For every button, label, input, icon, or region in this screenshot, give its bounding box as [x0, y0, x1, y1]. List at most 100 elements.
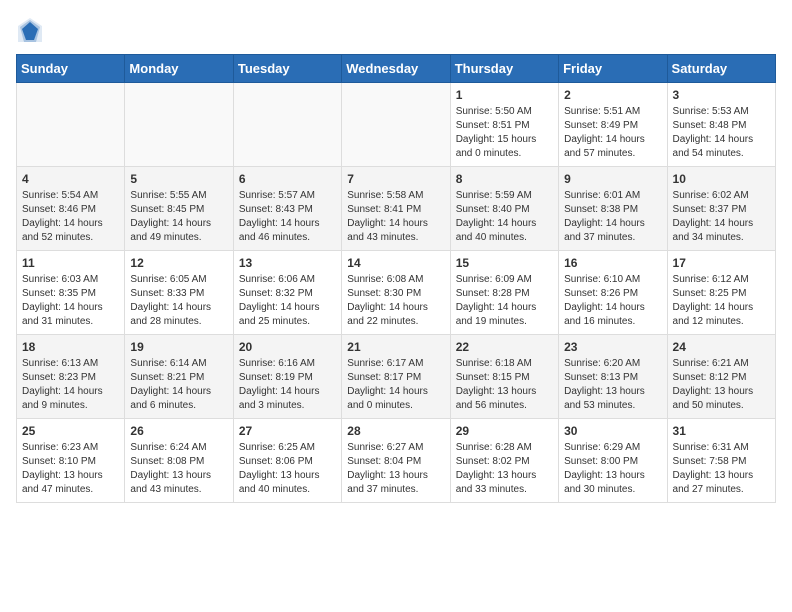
day-number: 26: [130, 424, 227, 438]
day-info: Sunrise: 6:20 AM Sunset: 8:13 PM Dayligh…: [564, 357, 661, 413]
calendar-cell: [125, 83, 233, 167]
page-header: [16, 16, 776, 44]
calendar-cell: 28 Sunrise: 6:27 AM Sunset: 8:04 PM Dayli…: [342, 419, 450, 503]
calendar-cell: 6 Sunrise: 5:57 AM Sunset: 8:43 PM Daylig…: [233, 167, 341, 251]
calendar-cell: 27 Sunrise: 6:25 AM Sunset: 8:06 PM Dayli…: [233, 419, 341, 503]
day-info: Sunrise: 6:08 AM Sunset: 8:30 PM Dayligh…: [347, 273, 444, 329]
calendar-table: SundayMondayTuesdayWednesdayThursdayFrid…: [16, 54, 776, 503]
calendar-cell: 2 Sunrise: 5:51 AM Sunset: 8:49 PM Daylig…: [559, 83, 667, 167]
day-number: 4: [22, 172, 119, 186]
day-number: 23: [564, 340, 661, 354]
calendar-cell: 4 Sunrise: 5:54 AM Sunset: 8:46 PM Daylig…: [17, 167, 125, 251]
day-number: 17: [673, 256, 770, 270]
calendar-cell: 12 Sunrise: 6:05 AM Sunset: 8:33 PM Dayli…: [125, 251, 233, 335]
day-info: Sunrise: 5:57 AM Sunset: 8:43 PM Dayligh…: [239, 189, 336, 245]
day-info: Sunrise: 6:06 AM Sunset: 8:32 PM Dayligh…: [239, 273, 336, 329]
day-info: Sunrise: 5:51 AM Sunset: 8:49 PM Dayligh…: [564, 105, 661, 161]
calendar-cell: 25Sunrise: 6:23 AM Sunset: 8:10 PM Dayli…: [17, 419, 125, 503]
day-info: Sunrise: 5:53 AM Sunset: 8:48 PM Dayligh…: [673, 105, 770, 161]
calendar-cell: 5Sunrise: 5:55 AM Sunset: 8:45 PM Daylig…: [125, 167, 233, 251]
calendar-cell: 9 Sunrise: 6:01 AM Sunset: 8:38 PM Daylig…: [559, 167, 667, 251]
calendar-week-row: 11Sunrise: 6:03 AM Sunset: 8:35 PM Dayli…: [17, 251, 776, 335]
day-info: Sunrise: 6:01 AM Sunset: 8:38 PM Dayligh…: [564, 189, 661, 245]
calendar-cell: 16 Sunrise: 6:10 AM Sunset: 8:26 PM Dayli…: [559, 251, 667, 335]
day-number: 1: [456, 88, 553, 102]
day-info: Sunrise: 6:12 AM Sunset: 8:25 PM Dayligh…: [673, 273, 770, 329]
day-number: 12: [130, 256, 227, 270]
weekday-header: Wednesday: [342, 55, 450, 83]
day-number: 10: [673, 172, 770, 186]
day-info: Sunrise: 6:18 AM Sunset: 8:15 PM Dayligh…: [456, 357, 553, 413]
calendar-cell: [17, 83, 125, 167]
day-info: Sunrise: 6:17 AM Sunset: 8:17 PM Dayligh…: [347, 357, 444, 413]
calendar-cell: 10 Sunrise: 6:02 AM Sunset: 8:37 PM Dayli…: [667, 167, 775, 251]
calendar-cell: 3 Sunrise: 5:53 AM Sunset: 8:48 PM Daylig…: [667, 83, 775, 167]
calendar-cell: [342, 83, 450, 167]
weekday-header: Monday: [125, 55, 233, 83]
day-info: Sunrise: 6:09 AM Sunset: 8:28 PM Dayligh…: [456, 273, 553, 329]
weekday-header: Saturday: [667, 55, 775, 83]
calendar-cell: 29 Sunrise: 6:28 AM Sunset: 8:02 PM Dayli…: [450, 419, 558, 503]
calendar-cell: 7Sunrise: 5:58 AM Sunset: 8:41 PM Daylig…: [342, 167, 450, 251]
calendar-header-row: SundayMondayTuesdayWednesdayThursdayFrid…: [17, 55, 776, 83]
day-info: Sunrise: 6:27 AM Sunset: 8:04 PM Dayligh…: [347, 441, 444, 497]
day-info: Sunrise: 5:50 AM Sunset: 8:51 PM Dayligh…: [456, 105, 553, 161]
day-info: Sunrise: 6:05 AM Sunset: 8:33 PM Dayligh…: [130, 273, 227, 329]
day-info: Sunrise: 6:28 AM Sunset: 8:02 PM Dayligh…: [456, 441, 553, 497]
calendar-cell: 18Sunrise: 6:13 AM Sunset: 8:23 PM Dayli…: [17, 335, 125, 419]
day-number: 24: [673, 340, 770, 354]
day-info: Sunrise: 6:23 AM Sunset: 8:10 PM Dayligh…: [22, 441, 119, 497]
logo-icon: [16, 16, 44, 44]
day-number: 20: [239, 340, 336, 354]
calendar-cell: 14 Sunrise: 6:08 AM Sunset: 8:30 PM Dayli…: [342, 251, 450, 335]
day-number: 6: [239, 172, 336, 186]
calendar-cell: 30Sunrise: 6:29 AM Sunset: 8:00 PM Dayli…: [559, 419, 667, 503]
day-number: 16: [564, 256, 661, 270]
day-number: 22: [456, 340, 553, 354]
calendar-cell: 20 Sunrise: 6:16 AM Sunset: 8:19 PM Dayli…: [233, 335, 341, 419]
day-number: 31: [673, 424, 770, 438]
day-info: Sunrise: 6:16 AM Sunset: 8:19 PM Dayligh…: [239, 357, 336, 413]
day-number: 28: [347, 424, 444, 438]
day-info: Sunrise: 6:25 AM Sunset: 8:06 PM Dayligh…: [239, 441, 336, 497]
day-number: 18: [22, 340, 119, 354]
day-number: 13: [239, 256, 336, 270]
day-number: 3: [673, 88, 770, 102]
calendar-cell: 15 Sunrise: 6:09 AM Sunset: 8:28 PM Dayli…: [450, 251, 558, 335]
calendar-cell: 11Sunrise: 6:03 AM Sunset: 8:35 PM Dayli…: [17, 251, 125, 335]
day-number: 29: [456, 424, 553, 438]
day-info: Sunrise: 5:59 AM Sunset: 8:40 PM Dayligh…: [456, 189, 553, 245]
day-info: Sunrise: 5:54 AM Sunset: 8:46 PM Dayligh…: [22, 189, 119, 245]
day-info: Sunrise: 6:03 AM Sunset: 8:35 PM Dayligh…: [22, 273, 119, 329]
day-info: Sunrise: 6:10 AM Sunset: 8:26 PM Dayligh…: [564, 273, 661, 329]
calendar-cell: 23 Sunrise: 6:20 AM Sunset: 8:13 PM Dayli…: [559, 335, 667, 419]
weekday-header: Sunday: [17, 55, 125, 83]
calendar-cell: 19 Sunrise: 6:14 AM Sunset: 8:21 PM Dayli…: [125, 335, 233, 419]
calendar-cell: 8 Sunrise: 5:59 AM Sunset: 8:40 PM Daylig…: [450, 167, 558, 251]
day-number: 19: [130, 340, 227, 354]
calendar-cell: 24Sunrise: 6:21 AM Sunset: 8:12 PM Dayli…: [667, 335, 775, 419]
day-number: 8: [456, 172, 553, 186]
calendar-week-row: 25Sunrise: 6:23 AM Sunset: 8:10 PM Dayli…: [17, 419, 776, 503]
calendar-cell: 22 Sunrise: 6:18 AM Sunset: 8:15 PM Dayli…: [450, 335, 558, 419]
day-number: 30: [564, 424, 661, 438]
day-info: Sunrise: 5:58 AM Sunset: 8:41 PM Dayligh…: [347, 189, 444, 245]
logo: [16, 16, 48, 44]
day-info: Sunrise: 6:02 AM Sunset: 8:37 PM Dayligh…: [673, 189, 770, 245]
weekday-header: Tuesday: [233, 55, 341, 83]
day-number: 14: [347, 256, 444, 270]
calendar-cell: [233, 83, 341, 167]
day-number: 5: [130, 172, 227, 186]
calendar-week-row: 4 Sunrise: 5:54 AM Sunset: 8:46 PM Daylig…: [17, 167, 776, 251]
day-number: 27: [239, 424, 336, 438]
weekday-header: Thursday: [450, 55, 558, 83]
calendar-week-row: 18Sunrise: 6:13 AM Sunset: 8:23 PM Dayli…: [17, 335, 776, 419]
calendar-cell: 26Sunrise: 6:24 AM Sunset: 8:08 PM Dayli…: [125, 419, 233, 503]
day-number: 2: [564, 88, 661, 102]
calendar-cell: 21Sunrise: 6:17 AM Sunset: 8:17 PM Dayli…: [342, 335, 450, 419]
day-number: 9: [564, 172, 661, 186]
day-info: Sunrise: 6:31 AM Sunset: 7:58 PM Dayligh…: [673, 441, 770, 497]
day-number: 15: [456, 256, 553, 270]
day-info: Sunrise: 6:14 AM Sunset: 8:21 PM Dayligh…: [130, 357, 227, 413]
calendar-cell: 31 Sunrise: 6:31 AM Sunset: 7:58 PM Dayli…: [667, 419, 775, 503]
